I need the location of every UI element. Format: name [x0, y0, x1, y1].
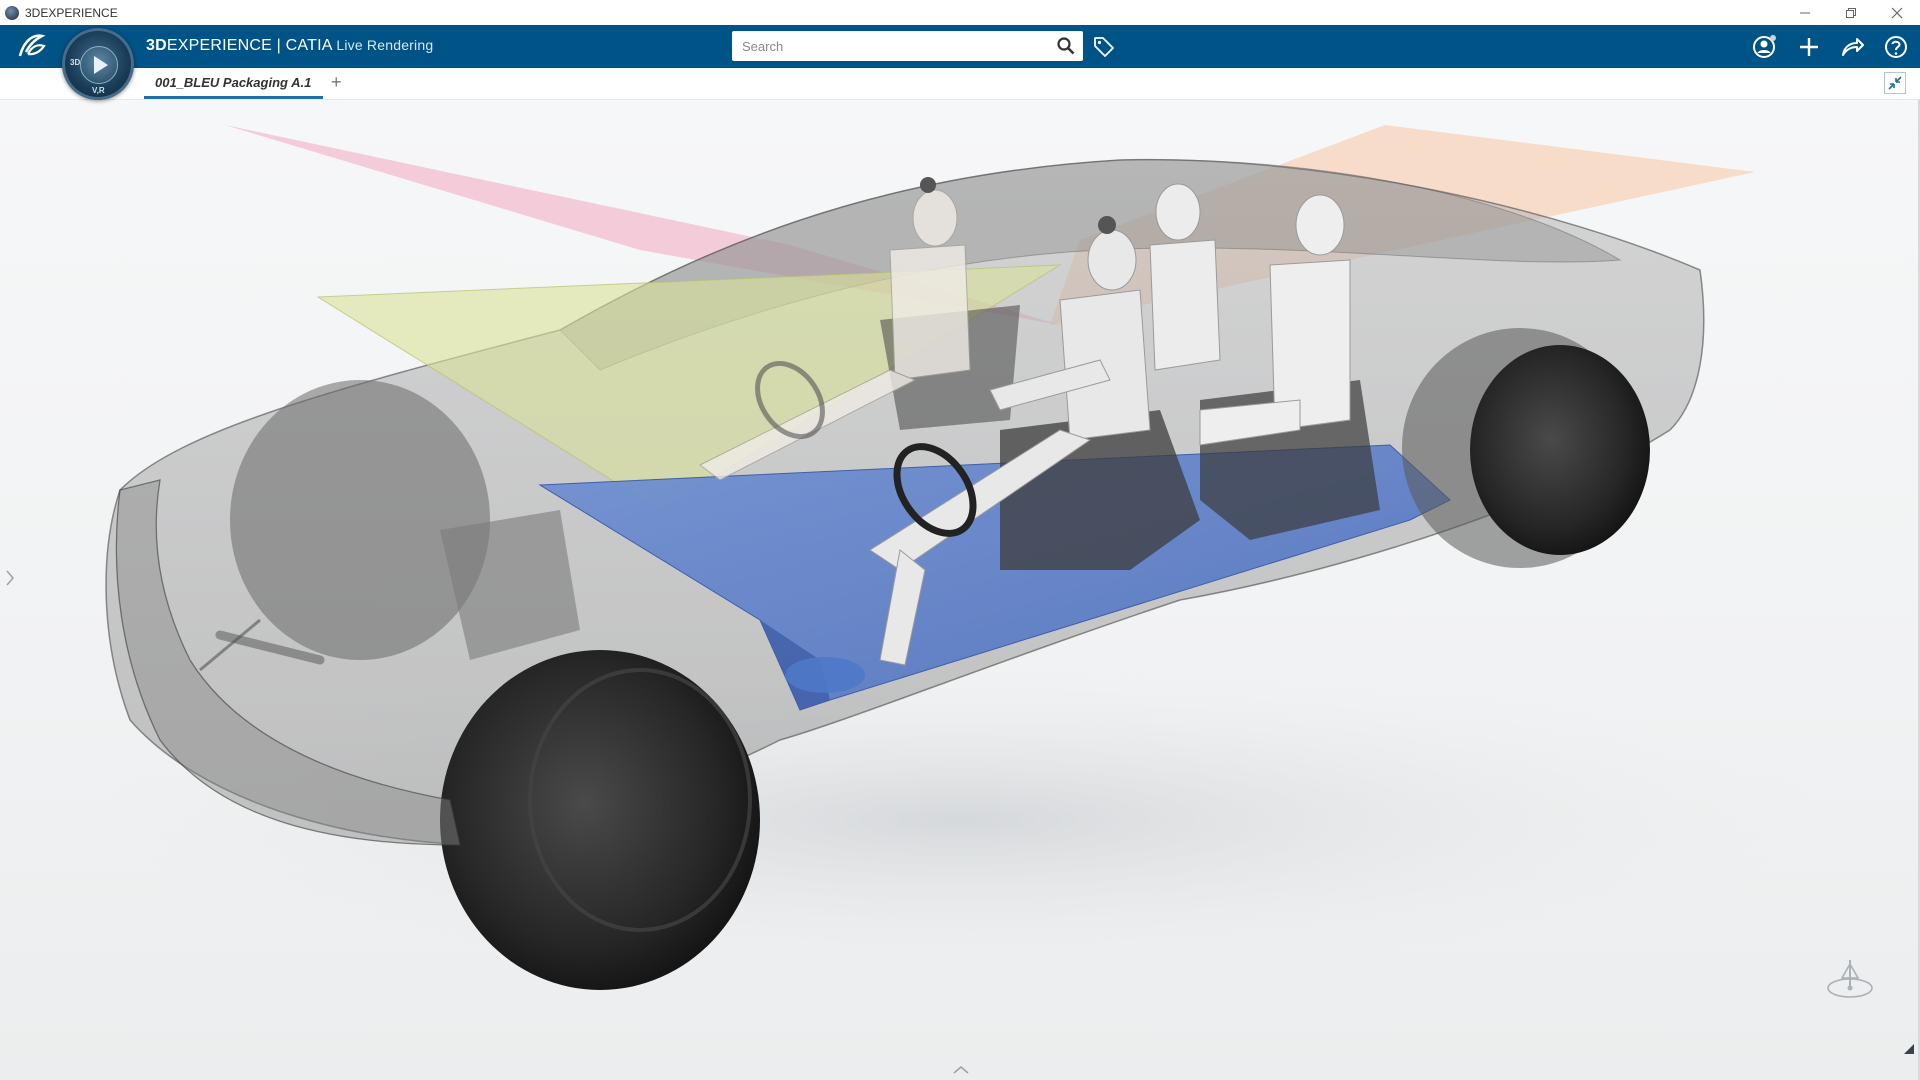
rear-tire: [1470, 345, 1650, 555]
help-icon[interactable]: [1882, 33, 1910, 61]
ds-logo-icon[interactable]: [14, 30, 50, 62]
tab-001-bleu-packaging[interactable]: 001_BLEU Packaging A.1: [144, 68, 323, 99]
close-button[interactable]: [1874, 0, 1920, 25]
window-title: 3DEXPERIENCE: [25, 5, 118, 20]
compass-icon[interactable]: 3D V,R: [62, 28, 134, 100]
add-tab-button[interactable]: +: [331, 72, 342, 93]
search-input[interactable]: [740, 37, 1044, 55]
foot-box: [785, 657, 865, 693]
tab-strip: 001_BLEU Packaging A.1 +: [0, 68, 1920, 100]
fullscreen-button[interactable]: [1884, 72, 1906, 94]
search-icon[interactable]: [1057, 37, 1075, 55]
role-name: Live Rendering: [336, 37, 434, 53]
compass-label-3d: 3D: [70, 58, 81, 67]
brand-bold: 3D: [146, 37, 167, 54]
headrest-marker-1: [920, 177, 936, 193]
compass-label-vr: V,R: [92, 86, 105, 95]
front-left-wheel-arch: [230, 380, 490, 660]
app-logo-icon: [5, 5, 19, 20]
close-icon: [1891, 7, 1903, 18]
restore-icon: [1846, 7, 1856, 18]
headrest-marker-2: [1098, 216, 1116, 234]
brand-separator: |: [272, 37, 286, 54]
user-icon[interactable]: [1750, 33, 1778, 61]
restore-button[interactable]: [1828, 0, 1874, 25]
bottom-panel-toggle-icon[interactable]: [951, 1064, 971, 1076]
resize-corner-icon: [1904, 1044, 1914, 1054]
minimize-button[interactable]: [1782, 0, 1828, 25]
tag-icon[interactable]: [1092, 35, 1116, 59]
3d-viewport[interactable]: [0, 100, 1920, 1080]
app-title: 3DEXPERIENCE | CATIA Live Rendering: [146, 37, 433, 55]
add-icon[interactable]: [1795, 33, 1823, 61]
collapse-icon: [1888, 76, 1902, 90]
app-name: CATIA: [285, 37, 332, 54]
app-header: 3DEXPERIENCE | CATIA Live Rendering: [0, 25, 1920, 68]
share-icon[interactable]: [1838, 33, 1866, 61]
side-panel-toggle-icon[interactable]: [4, 568, 16, 588]
brand-rest: EXPERIENCE: [166, 37, 272, 54]
play-icon[interactable]: [80, 46, 118, 84]
window-titlebar: 3DEXPERIENCE: [0, 0, 1920, 26]
minimize-icon: [1800, 12, 1810, 13]
3d-compass-icon[interactable]: [1820, 950, 1880, 1010]
search-box[interactable]: [732, 31, 1083, 61]
car-packaging-scene[interactable]: [0, 100, 1920, 1080]
